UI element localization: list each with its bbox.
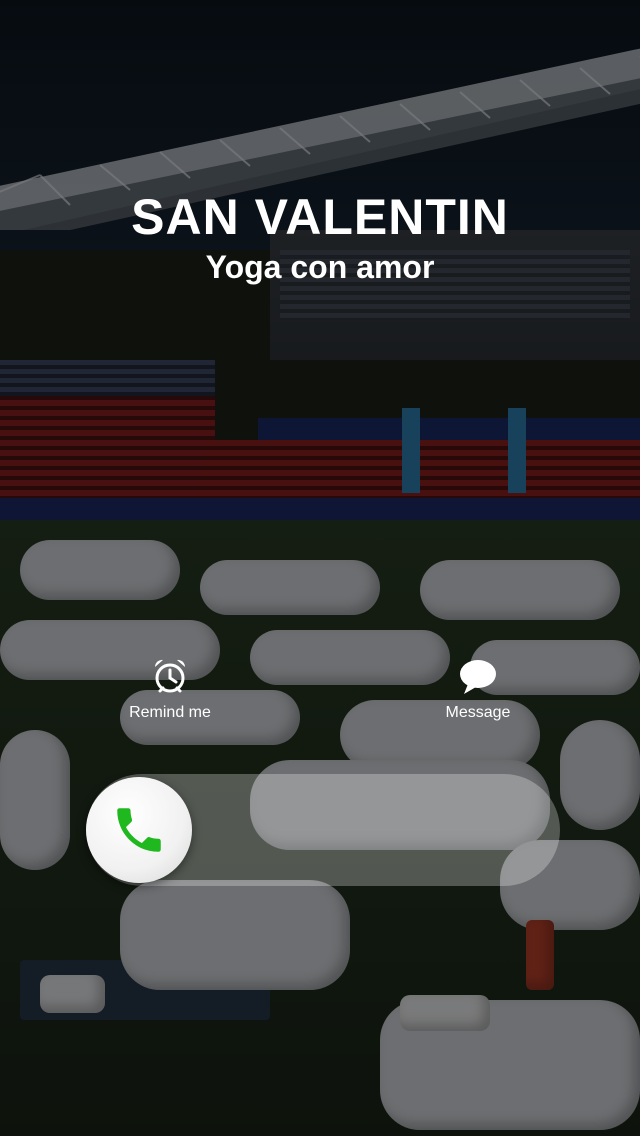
message-label: Message bbox=[445, 704, 511, 721]
message-button[interactable]: Message bbox=[423, 656, 533, 722]
background-photo bbox=[0, 0, 640, 1136]
answer-call-button[interactable] bbox=[86, 777, 192, 883]
alarm-clock-icon bbox=[154, 659, 186, 693]
caller-subtitle: Yoga con amor bbox=[205, 249, 435, 285]
speech-bubble-icon bbox=[460, 660, 496, 694]
caller-name: SAN VALENTIN bbox=[131, 189, 509, 245]
remind-me-label: Remind me bbox=[129, 704, 211, 721]
dark-overlay bbox=[0, 0, 640, 1136]
phone-handset-icon bbox=[117, 808, 161, 852]
remind-me-button[interactable]: Remind me bbox=[115, 656, 225, 722]
